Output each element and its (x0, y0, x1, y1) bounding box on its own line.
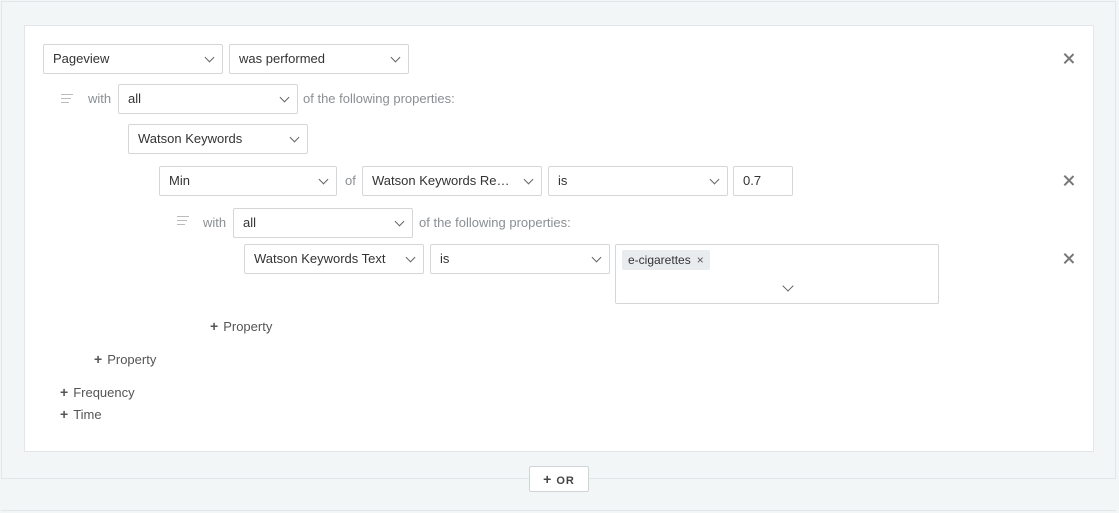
add-frequency-button[interactable]: + Frequency (60, 383, 135, 402)
aggregate-function-value: Min (169, 173, 190, 188)
divider (1, 510, 1116, 511)
nested-property-value: Watson Keywords Text (254, 251, 386, 266)
chevron-down-icon (289, 132, 300, 143)
event-condition-value: was performed (239, 51, 325, 66)
aggregate-operator-select[interactable]: is (548, 166, 728, 196)
event-select-value: Pageview (53, 51, 110, 66)
remove-nested-property-close-icon[interactable] (1062, 252, 1076, 266)
aggregate-field-value: Watson Keywords Relevance (372, 173, 542, 188)
with-label: with (88, 91, 112, 106)
plus-icon: + (60, 406, 69, 422)
plus-icon: + (210, 318, 219, 334)
aggregate-operator-value: is (558, 173, 568, 188)
aggregate-value: 0.7 (743, 173, 762, 188)
value-tag: e-cigarettes × (622, 250, 710, 270)
nested-quantifier-select[interactable]: all (233, 208, 413, 238)
chevron-down-icon (394, 216, 405, 227)
nested-operator-select[interactable]: is (430, 244, 610, 274)
add-nested-property-label: Property (223, 319, 273, 334)
add-or-button[interactable]: + OR (529, 466, 589, 492)
chevron-down-icon (709, 174, 720, 185)
aggregate-function-select[interactable]: Min (159, 166, 337, 196)
plus-icon: + (94, 351, 103, 367)
chevron-down-icon[interactable] (782, 280, 794, 292)
add-property-button[interactable]: + Property (94, 350, 156, 369)
property-select-value: Watson Keywords (138, 131, 243, 146)
nested-property-select[interactable]: Watson Keywords Text (244, 244, 424, 274)
nested-quantifier-value: all (243, 215, 257, 230)
remove-tag-close-icon[interactable]: × (697, 253, 704, 267)
of-label: of (345, 173, 356, 188)
add-time-label: Time (73, 407, 102, 422)
value-multiselect[interactable]: e-cigarettes × (615, 244, 939, 304)
chevron-down-icon (390, 52, 401, 63)
plus-icon: + (543, 471, 553, 487)
event-select[interactable]: Pageview (43, 44, 223, 74)
remove-event-close-icon[interactable] (1062, 52, 1076, 66)
plus-icon: + (60, 384, 69, 400)
add-nested-property-button[interactable]: + Property (210, 317, 272, 336)
following-properties-label: of the following properties: (303, 91, 455, 106)
add-time-button[interactable]: + Time (60, 405, 102, 424)
quantifier-select[interactable]: all (118, 84, 298, 114)
chevron-down-icon (204, 52, 215, 63)
chevron-down-icon (279, 92, 290, 103)
nested-following-properties-label: of the following properties: (419, 215, 571, 230)
nested-with-label: with (203, 215, 227, 230)
property-select[interactable]: Watson Keywords (128, 124, 308, 154)
add-property-label: Property (107, 352, 157, 367)
aggregate-value-input[interactable]: 0.7 (733, 166, 793, 196)
chevron-down-icon (318, 174, 329, 185)
chevron-down-icon (591, 252, 602, 263)
nested-operator-value: is (440, 251, 450, 266)
value-tag-label: e-cigarettes (628, 253, 691, 267)
or-label: OR (556, 475, 575, 487)
quantifier-value: all (128, 91, 142, 106)
drag-lines-icon (61, 94, 73, 104)
add-frequency-label: Frequency (73, 385, 135, 400)
event-condition-select[interactable]: was performed (229, 44, 409, 74)
drag-lines-icon (177, 216, 189, 226)
remove-aggregate-close-icon[interactable] (1062, 174, 1076, 188)
chevron-down-icon (405, 252, 416, 263)
aggregate-field-select[interactable]: Watson Keywords Relevance (362, 166, 542, 196)
